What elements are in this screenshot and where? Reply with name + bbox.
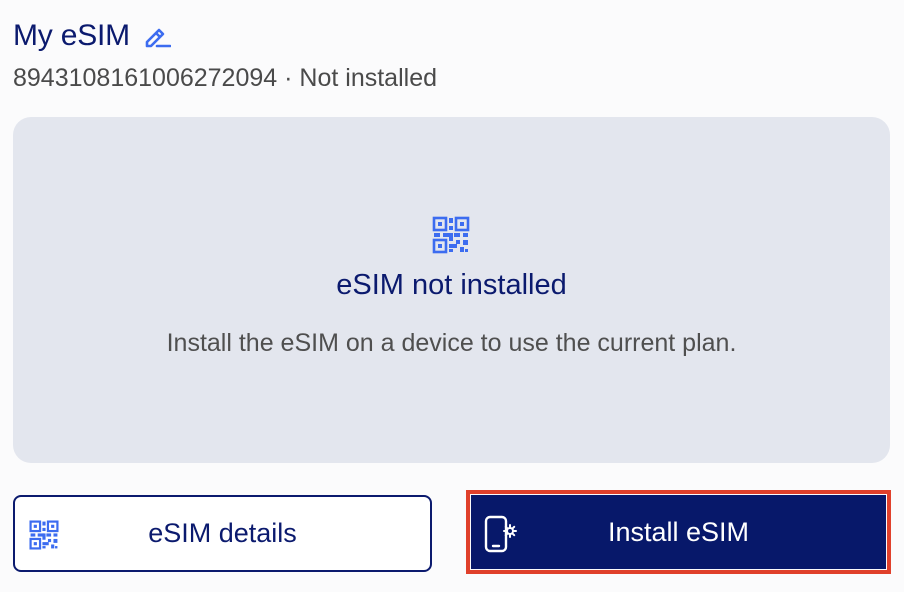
separator-dot: · <box>284 64 293 92</box>
page-title: My eSIM <box>13 19 130 52</box>
iccid-number: 8943108161006272094 <box>13 64 278 92</box>
panel-description: Install the eSIM on a device to use the … <box>166 329 737 357</box>
install-esim-label: Install eSIM <box>607 517 750 547</box>
edit-name-button[interactable] <box>142 21 172 51</box>
pencil-edit-icon <box>145 28 171 48</box>
esim-details-label: eSIM details <box>148 518 297 548</box>
install-esim-button[interactable]: Install eSIM <box>471 495 886 569</box>
esim-subtitle: 8943108161006272094 · Not installed <box>13 64 437 93</box>
status-panel: eSIM not installed Install the eSIM on a… <box>13 117 890 463</box>
esim-details-button[interactable]: eSIM details <box>13 495 432 572</box>
title-row: My eSIM <box>13 14 172 58</box>
install-status: Not installed <box>299 64 437 92</box>
panel-title: eSIM not installed <box>336 269 567 301</box>
qr-code-icon <box>432 216 470 254</box>
